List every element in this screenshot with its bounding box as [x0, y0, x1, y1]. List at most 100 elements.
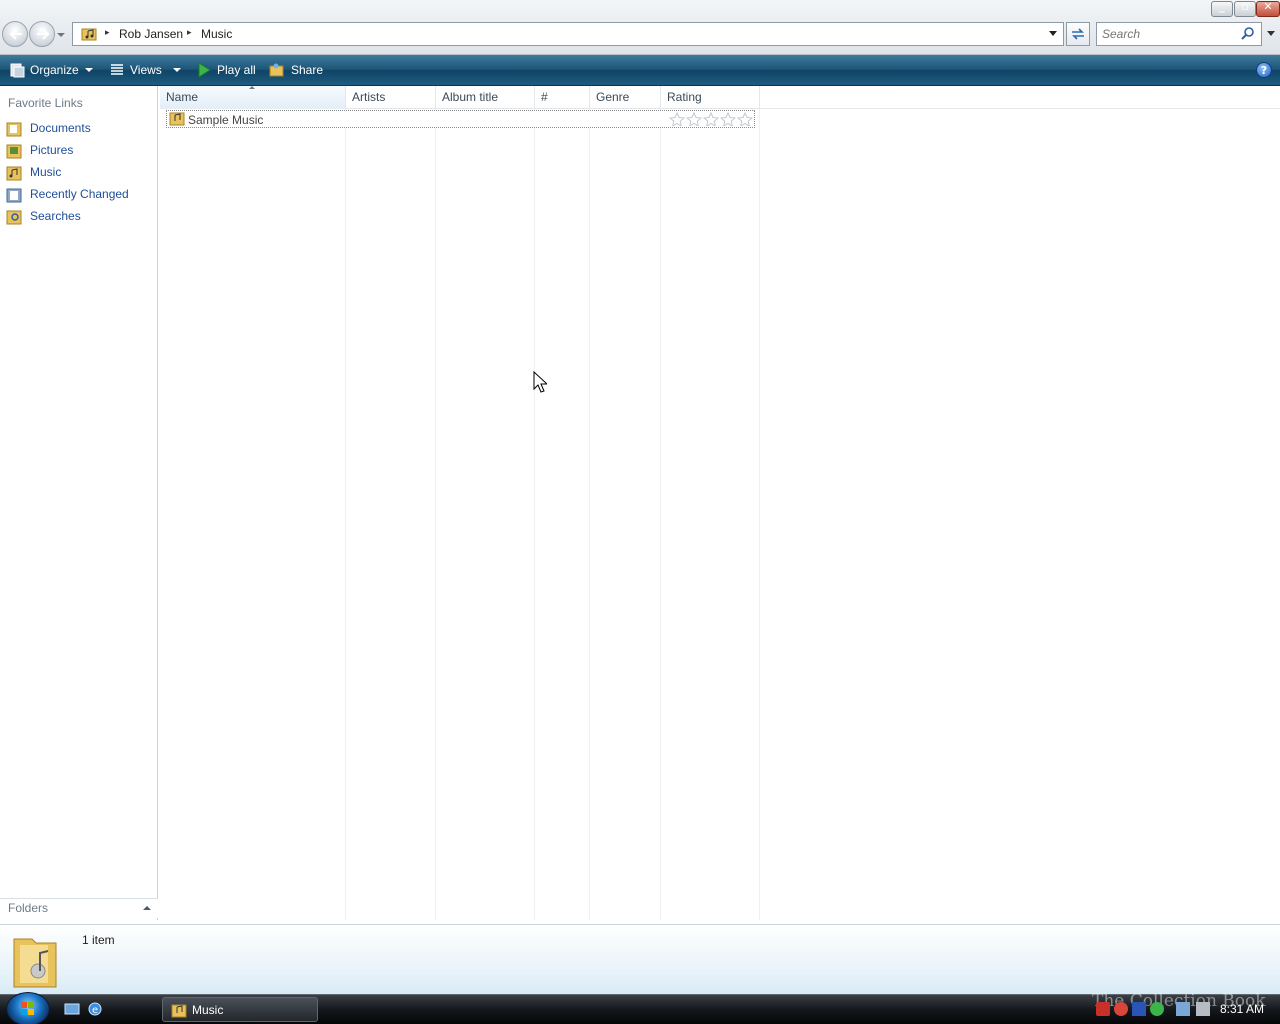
- taskbar-button-label: Music: [192, 1003, 224, 1017]
- column-header-label: Name: [166, 90, 199, 104]
- breadcrumb-music[interactable]: Music: [201, 27, 232, 41]
- rating-star-icon[interactable]: [737, 112, 753, 126]
- update-check-icon[interactable]: [1150, 1002, 1164, 1016]
- music-folder-icon: [171, 1004, 187, 1018]
- sort-ascending-icon: [249, 86, 255, 89]
- help-icon[interactable]: ?: [1256, 62, 1272, 78]
- sidebar-item-label: Documents: [30, 121, 91, 135]
- music-folder-icon: [169, 112, 185, 126]
- recent-pages-dropdown[interactable]: [57, 29, 65, 39]
- sidebar-item-recently-changed[interactable]: Recently Changed: [6, 184, 154, 204]
- organize-icon: [10, 63, 25, 78]
- breadcrumb-separator[interactable]: ▸: [105, 28, 110, 38]
- table-row[interactable]: Sample Music: [166, 110, 755, 128]
- play-all-button[interactable]: Play all: [196, 55, 262, 85]
- play-icon: [198, 62, 211, 78]
- column-divider: [435, 109, 436, 920]
- title-bar: _ ▫ ✕ ▸ Rob Jansen ▸ Music: [0, 0, 1280, 55]
- mouse-cursor-icon: [533, 371, 547, 393]
- details-pane: 1 item: [0, 924, 1280, 994]
- close-button[interactable]: ✕: [1256, 0, 1280, 17]
- chevron-down-icon: [173, 68, 181, 72]
- searches-folder-icon: [6, 210, 22, 225]
- navigation-pane: Favorite Links Documents Pictures Music …: [0, 86, 158, 920]
- sidebar-item-searches[interactable]: Searches: [6, 206, 154, 226]
- play-all-label: Play all: [217, 63, 256, 77]
- organize-label: Organize: [30, 63, 79, 77]
- start-button[interactable]: [6, 992, 50, 1024]
- share-button[interactable]: Share: [269, 55, 329, 85]
- refresh-button[interactable]: [1066, 22, 1090, 46]
- column-header-label: Artists: [352, 90, 386, 104]
- search-input[interactable]: [1102, 26, 1232, 42]
- rating-stars[interactable]: [669, 112, 754, 126]
- column-header-artists[interactable]: Artists: [346, 86, 436, 109]
- monitor-icon[interactable]: [1132, 1002, 1146, 1016]
- recently-changed-icon: [6, 188, 22, 203]
- sidebar-item-documents[interactable]: Documents: [6, 118, 154, 138]
- show-desktop-icon[interactable]: [64, 1001, 80, 1017]
- pictures-folder-icon: [6, 144, 22, 159]
- chevron-up-icon: [143, 906, 151, 910]
- column-header-name[interactable]: Name: [160, 86, 346, 109]
- chevron-down-icon: [85, 68, 93, 72]
- sidebar-item-pictures[interactable]: Pictures: [6, 140, 154, 160]
- documents-folder-icon: [6, 122, 22, 137]
- chevron-down-icon: [57, 33, 65, 37]
- address-bar[interactable]: ▸ Rob Jansen ▸ Music: [72, 22, 1064, 46]
- row-name: Sample Music: [188, 113, 264, 127]
- sidebar-item-label: Pictures: [30, 143, 74, 157]
- rating-star-icon[interactable]: [720, 112, 736, 126]
- favorite-links-heading: Favorite Links: [8, 96, 83, 110]
- back-button[interactable]: [2, 21, 28, 47]
- minimize-button[interactable]: _: [1211, 0, 1233, 17]
- rating-star-icon[interactable]: [703, 112, 719, 126]
- back-arrow-icon: [9, 28, 22, 40]
- column-header-album-title[interactable]: Album title: [436, 86, 535, 109]
- column-header-genre[interactable]: Genre: [590, 86, 661, 109]
- views-icon: [111, 64, 123, 75]
- music-folder-large-icon: [13, 938, 57, 988]
- search-options-dropdown[interactable]: [1267, 31, 1275, 36]
- column-header-rating[interactable]: Rating: [661, 86, 760, 109]
- search-box[interactable]: [1096, 22, 1262, 46]
- column-divider: [759, 109, 760, 920]
- taskbar-button-music[interactable]: Music: [162, 997, 318, 1022]
- organize-button[interactable]: Organize: [9, 55, 95, 85]
- refresh-icon: [1072, 28, 1084, 40]
- rating-star-icon[interactable]: [686, 112, 702, 126]
- breadcrumb-separator[interactable]: ▸: [187, 28, 192, 38]
- share-label: Share: [291, 63, 324, 77]
- folders-toggle[interactable]: Folders: [0, 898, 158, 918]
- rating-star-icon[interactable]: [669, 112, 685, 126]
- column-header-label: Rating: [667, 90, 702, 104]
- volume-icon[interactable]: [1196, 1002, 1210, 1016]
- sidebar-item-label: Recently Changed: [30, 187, 129, 201]
- column-header-row: Name Artists Album title # Genre Rating: [160, 86, 1280, 109]
- security-alert-icon[interactable]: [1096, 1002, 1110, 1016]
- taskbar: e Music The Collection Book 8:31 AM: [0, 991, 1280, 1024]
- views-label: Views: [130, 63, 162, 77]
- command-bar: Organize Views Play all Share ?: [0, 55, 1280, 86]
- breadcrumb-rob-jansen[interactable]: Rob Jansen: [119, 27, 183, 41]
- sidebar-item-label: Music: [30, 165, 62, 179]
- views-button[interactable]: Views: [109, 55, 185, 85]
- column-divider: [660, 109, 661, 920]
- file-list[interactable]: Name Artists Album title # Genre Rating …: [160, 86, 1280, 920]
- column-header-label: Genre: [596, 90, 630, 104]
- column-divider: [534, 109, 535, 920]
- search-icon[interactable]: [1241, 27, 1255, 41]
- item-count: 1 item: [82, 933, 115, 947]
- address-history-dropdown[interactable]: [1049, 31, 1057, 36]
- sidebar-item-music[interactable]: Music: [6, 162, 154, 182]
- share-icon: [269, 63, 284, 77]
- column-header-label: Album title: [442, 90, 499, 104]
- svg-text:e: e: [92, 1005, 98, 1016]
- clock[interactable]: 8:31 AM: [1220, 1002, 1264, 1016]
- antivirus-icon[interactable]: [1114, 1002, 1128, 1016]
- forward-button[interactable]: [29, 21, 55, 47]
- restore-button[interactable]: ▫: [1234, 0, 1256, 17]
- network-icon[interactable]: [1176, 1002, 1190, 1016]
- internet-explorer-icon[interactable]: e: [87, 1001, 103, 1017]
- column-header-track-number[interactable]: #: [535, 86, 590, 109]
